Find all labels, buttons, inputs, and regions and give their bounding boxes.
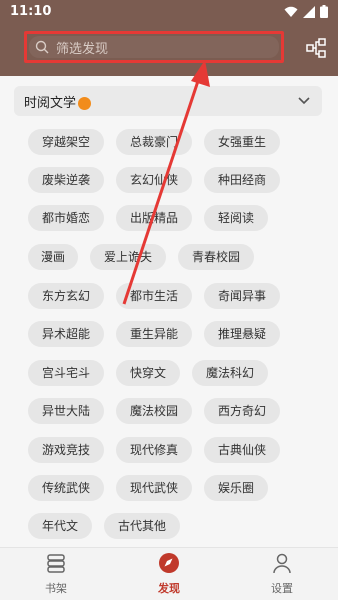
nav-discover-label: 发现	[158, 582, 180, 595]
pumpkin-icon	[78, 96, 92, 110]
tag-chip[interactable]: 现代武侠	[116, 475, 192, 501]
tag-chip[interactable]: 漫画	[28, 244, 78, 270]
search-placeholder: 筛选发现	[56, 41, 109, 57]
tag-chip[interactable]: 都市生活	[116, 283, 192, 309]
tag-chip[interactable]: 奇闻异事	[204, 283, 280, 309]
tag-chip[interactable]: 都市婚恋	[28, 205, 104, 231]
tag-chip[interactable]: 古代其他	[104, 513, 180, 539]
tag-chip[interactable]: 传统武侠	[28, 475, 104, 501]
tag-chip[interactable]: 推理悬疑	[204, 321, 280, 347]
bookshelf-icon	[47, 554, 65, 573]
tag-chip[interactable]: 东方玄幻	[28, 283, 104, 309]
app-header: 11:10 筛选发现	[0, 0, 338, 76]
tag-chip[interactable]: 异术超能	[28, 321, 104, 347]
group-dropdown[interactable]: 时阅文学	[14, 86, 322, 116]
tag-chip[interactable]: 现代修真	[116, 437, 192, 463]
tag-chip[interactable]: 快穿文	[116, 360, 180, 386]
nav-discover[interactable]: 发现	[129, 552, 209, 596]
tag-chip[interactable]: 轻阅读	[204, 205, 268, 231]
tag-chip[interactable]: 出版精品	[116, 205, 192, 231]
tag-chip[interactable]: 西方奇幻	[204, 398, 280, 424]
wifi-icon	[284, 6, 298, 17]
tag-chip[interactable]: 古典仙侠	[204, 437, 280, 463]
share-nodes-icon[interactable]	[306, 38, 326, 58]
tag-chip[interactable]: 娱乐圈	[204, 475, 268, 501]
tag-chip[interactable]: 游戏竞技	[28, 437, 104, 463]
tag-chip[interactable]: 年代文	[28, 513, 92, 539]
nav-settings-label: 设置	[271, 582, 293, 595]
tag-chip[interactable]: 玄幻仙侠	[116, 167, 192, 193]
search-input[interactable]: 筛选发现	[24, 31, 284, 63]
tag-chip[interactable]: 异世大陆	[28, 398, 104, 424]
search-icon	[35, 40, 49, 54]
discover-content: 时阅文学 穿越架空 总裁豪门 女强重生 废柴逆袭 玄幻仙侠 种田经商 都市婚恋 …	[0, 76, 338, 548]
battery-icon	[320, 5, 328, 18]
status-time: 11:10	[10, 4, 52, 19]
tag-chip[interactable]: 总裁豪门	[116, 129, 192, 155]
tag-chip[interactable]: 爱上诡夫	[90, 244, 166, 270]
chevron-down-icon	[298, 97, 310, 105]
tag-chip[interactable]: 魔法科幻	[192, 360, 268, 386]
settings-icon	[273, 553, 291, 574]
tag-chip[interactable]: 魔法校园	[116, 398, 192, 424]
signal-icon	[303, 5, 315, 18]
discover-icon	[159, 553, 179, 573]
tag-chip[interactable]: 宫斗宅斗	[28, 360, 104, 386]
tag-chip[interactable]: 种田经商	[204, 167, 280, 193]
nav-bookshelf-label: 书架	[45, 582, 67, 595]
group-label: 时阅文学	[24, 95, 77, 111]
nav-bookshelf[interactable]: 书架	[16, 552, 96, 596]
tag-chip[interactable]: 废柴逆袭	[28, 167, 104, 193]
tag-chip[interactable]: 女强重生	[204, 129, 280, 155]
tag-chip[interactable]: 青春校园	[178, 244, 254, 270]
bottom-nav: 书架 发现 设置	[0, 547, 338, 600]
tag-chip[interactable]: 重生异能	[116, 321, 192, 347]
status-icons	[284, 5, 328, 18]
nav-settings[interactable]: 设置	[242, 552, 322, 596]
tag-chip[interactable]: 穿越架空	[28, 129, 104, 155]
